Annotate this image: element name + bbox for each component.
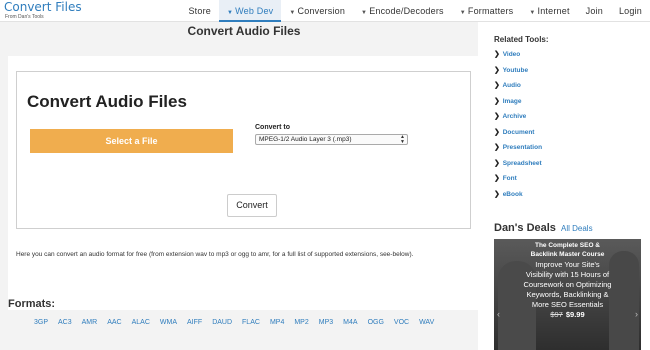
format-link[interactable]: M4A	[343, 319, 357, 326]
promo-headline: The Complete SEO & Backlink Master Cours…	[530, 242, 605, 258]
format-link[interactable]: AIFF	[187, 319, 202, 326]
nav-item-join[interactable]: Join	[578, 0, 611, 22]
form-title: Convert Audio Files	[27, 92, 187, 111]
nav-item-encode-decoders[interactable]: ▼ Encode/Decoders	[353, 0, 452, 22]
format-link[interactable]: AAC	[107, 319, 121, 326]
chevron-right-icon: ❯	[494, 113, 500, 120]
main-content: Convert Audio Files Convert Audio Files …	[0, 22, 478, 350]
chevron-right-icon: ❯	[494, 128, 500, 136]
deals-title: Dan's Deals	[494, 222, 556, 234]
chevron-right-icon: ❯	[494, 175, 500, 182]
related-tools-list: ❯ Video ❯ Youtube ❯ Audio ❯ Image ❯ Arch…	[494, 50, 542, 205]
select-file-button[interactable]: Select a File	[30, 129, 233, 153]
related-tool-document[interactable]: ❯ Document	[494, 128, 542, 144]
converter-card: Convert Audio Files Select a File Conver…	[8, 56, 478, 310]
caret-down-icon: ▼	[529, 10, 536, 16]
related-tool-spreadsheet[interactable]: ❯ Spreadsheet	[494, 159, 542, 175]
format-link[interactable]: MP3	[319, 319, 333, 326]
chevron-right-icon: ❯	[494, 51, 500, 58]
page-title: Convert Audio Files	[187, 24, 301, 38]
chevron-right-icon: ❯	[494, 144, 500, 151]
related-tool-archive[interactable]: ❯ Archive	[494, 112, 542, 128]
converter-form: Convert Audio Files Select a File Conver…	[16, 71, 471, 229]
promo-description: Improve Your Site's Visibility with 15 H…	[523, 260, 612, 309]
main-nav: Store ▼ Web Dev ▼ Conversion ▼ Encode/Decod…	[180, 0, 650, 22]
format-links: 3GP AC3 AMR AAC ALAC WMA AIFF DAUD FLAC …	[34, 319, 444, 326]
caret-down-icon: ▼	[226, 10, 234, 16]
related-tool-font[interactable]: ❯ Font	[494, 174, 542, 190]
nav-item-web-dev[interactable]: ▼ Web Dev	[218, 0, 282, 22]
formats-title: Formats:	[8, 298, 56, 310]
select-arrows-icon: ▲ ▼	[400, 134, 405, 145]
related-tool-presentation[interactable]: ❯ Presentation	[494, 143, 542, 159]
format-link[interactable]: MP2	[294, 319, 308, 326]
format-link[interactable]: VOC	[394, 319, 409, 326]
all-deals-link[interactable]: All Deals	[561, 224, 593, 233]
format-link[interactable]: FLAC	[242, 319, 260, 326]
format-link[interactable]: AMR	[82, 319, 98, 326]
sidebar: Related Tools: ❯ Video ❯ Youtube ❯ Audio…	[488, 22, 650, 350]
related-tool-audio[interactable]: ❯ Audio	[494, 81, 542, 97]
nav-item-internet[interactable]: ▼ Internet	[521, 0, 577, 22]
promo-text: The Complete SEO & Backlink Master Cours…	[494, 241, 641, 320]
related-tool-video[interactable]: ❯ Video	[494, 50, 542, 66]
format-link[interactable]: WMA	[160, 319, 177, 326]
format-select-value: MPEG-1/2 Audio Layer 3 (.mp3)	[259, 136, 352, 143]
carousel-next-icon[interactable]: ›	[635, 309, 638, 319]
nav-item-store[interactable]: Store	[180, 0, 219, 22]
convert-to-label: Convert to	[255, 124, 290, 131]
format-link[interactable]: ALAC	[132, 319, 150, 326]
site-logo[interactable]: Convert Files From Dan's Tools	[4, 1, 82, 21]
caret-down-icon: ▼	[289, 10, 296, 16]
chevron-right-icon: ❯	[494, 190, 500, 198]
format-link[interactable]: WAV	[419, 319, 434, 326]
related-tool-ebook[interactable]: ❯ eBook	[494, 190, 542, 206]
caret-down-icon: ▼	[361, 10, 368, 16]
promo-old-price: $97	[550, 310, 563, 319]
format-link[interactable]: MP4	[270, 319, 284, 326]
chevron-right-icon: ❯	[494, 82, 500, 89]
nav-item-login[interactable]: Login	[611, 0, 650, 22]
format-link[interactable]: DAUD	[212, 319, 232, 326]
chevron-right-icon: ❯	[494, 97, 500, 105]
chevron-right-icon: ❯	[494, 66, 500, 74]
carousel-prev-icon[interactable]: ‹	[497, 309, 500, 319]
caret-down-icon: ▼	[459, 10, 466, 16]
format-link[interactable]: 3GP	[34, 319, 48, 326]
promo-price: $97 $9.99	[494, 310, 641, 320]
format-select[interactable]: MPEG-1/2 Audio Layer 3 (.mp3) ▲ ▼	[255, 134, 408, 145]
format-link[interactable]: OGG	[368, 319, 384, 326]
chevron-right-icon: ❯	[494, 159, 500, 167]
related-tools-title: Related Tools:	[494, 35, 549, 44]
logo-title[interactable]: Convert Files	[4, 1, 82, 14]
convert-button[interactable]: Convert	[227, 194, 277, 217]
related-tool-youtube[interactable]: ❯ Youtube	[494, 66, 542, 82]
deal-promo-card[interactable]: The Complete SEO & Backlink Master Cours…	[494, 239, 641, 350]
top-navigation-bar: Convert Files From Dan's Tools Store ▼ We…	[0, 0, 650, 22]
nav-item-conversion[interactable]: ▼ Conversion	[281, 0, 353, 22]
logo-subtitle: From Dan's Tools	[5, 14, 44, 20]
format-link[interactable]: AC3	[58, 319, 72, 326]
nav-item-formatters[interactable]: ▼ Formatters	[452, 0, 522, 22]
related-tool-image[interactable]: ❯ Image	[494, 97, 542, 113]
description-text: Here you can convert an audio format for…	[16, 251, 414, 258]
promo-new-price: $9.99	[565, 310, 585, 319]
